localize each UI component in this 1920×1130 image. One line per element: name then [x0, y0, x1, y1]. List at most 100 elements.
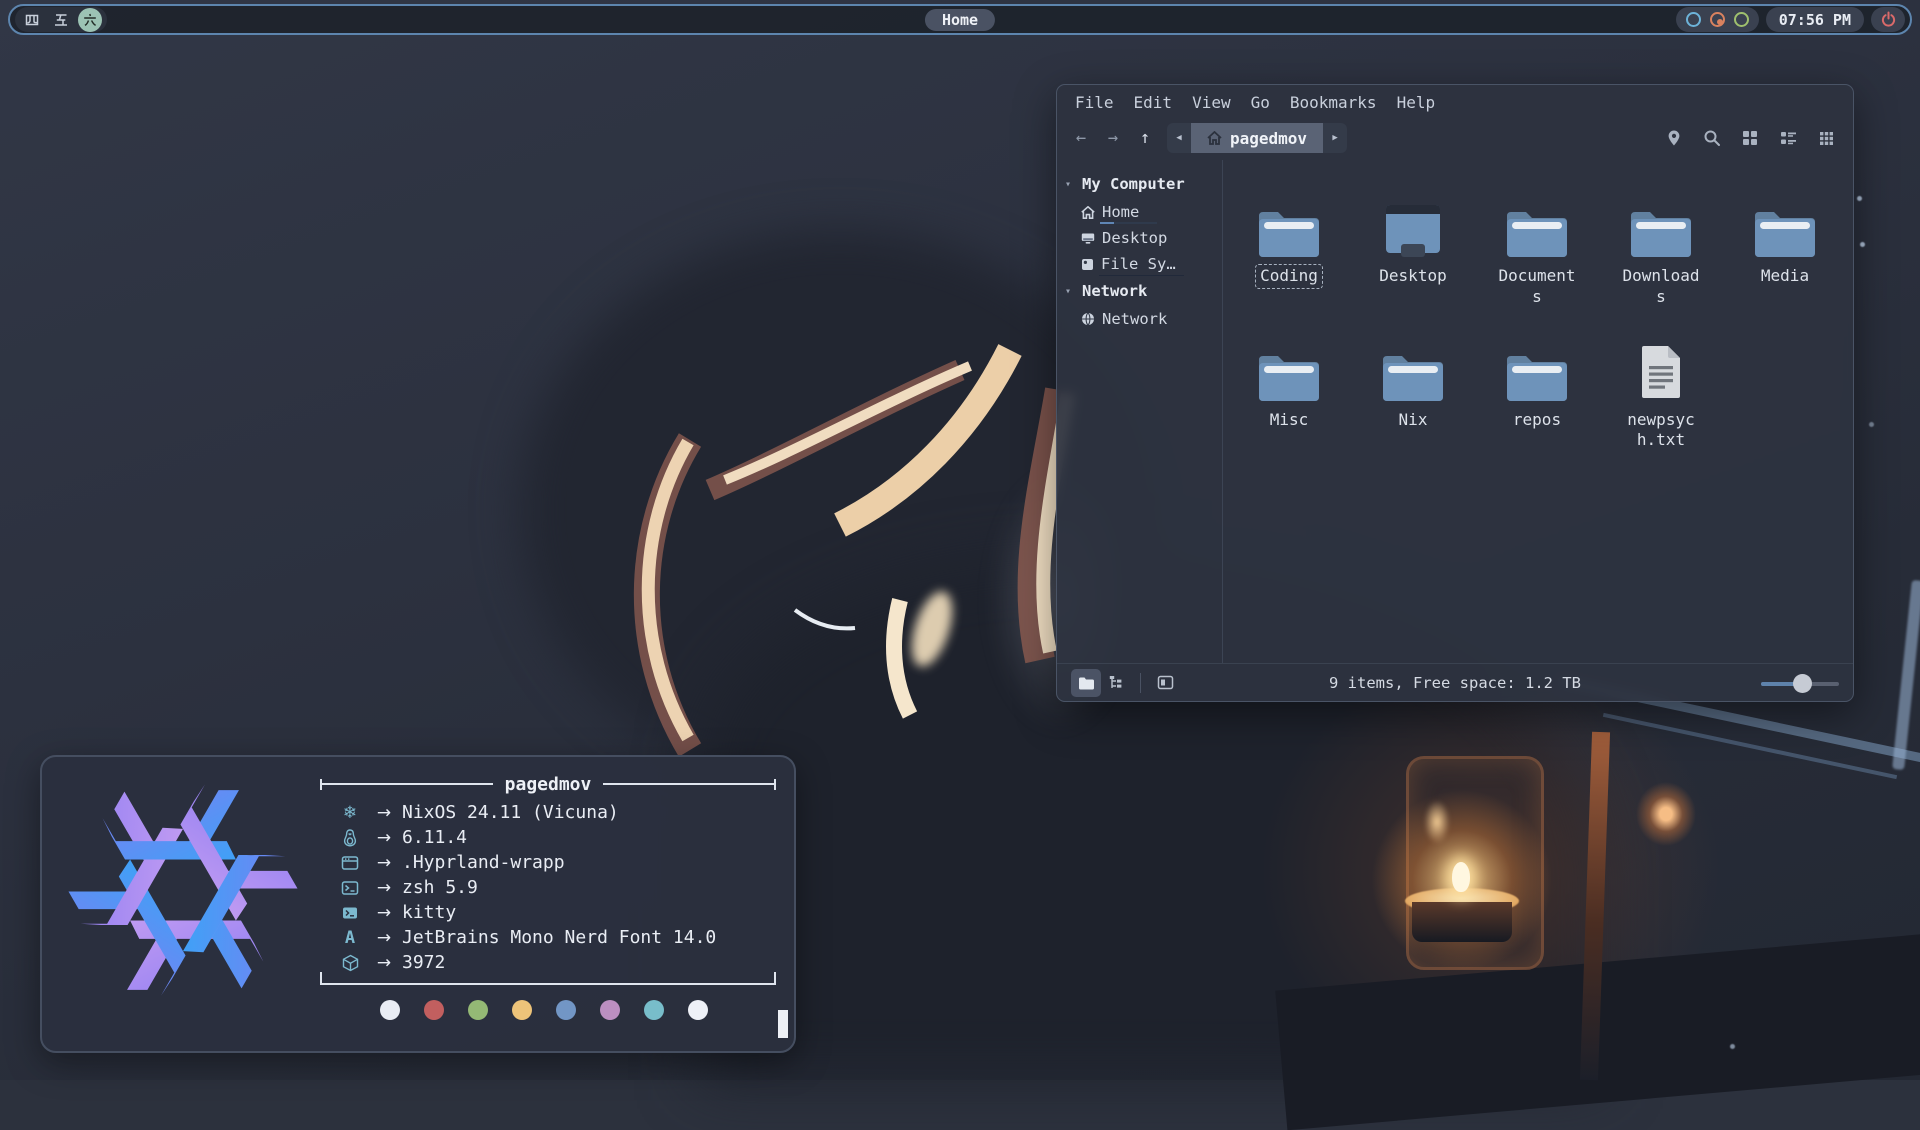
home-icon [1081, 206, 1095, 219]
path-scroll-left-button[interactable]: ◀ [1167, 123, 1191, 153]
wallpaper-sparkle [1730, 1044, 1735, 1049]
fetch-row-os: ❄ → NixOS 24.11 (Vicuna) [334, 800, 776, 825]
arrow-icon: → [366, 903, 402, 923]
file-item-repos[interactable]: repos [1475, 326, 1599, 454]
sidebar-section-my-computer[interactable]: ▾ My Computer [1065, 175, 1222, 193]
clock[interactable]: 07:56 PM [1766, 7, 1864, 32]
palette-dot [644, 1000, 664, 1020]
wallpaper-sparkle [1860, 242, 1865, 247]
compact-view-button[interactable] [1811, 124, 1841, 152]
bar-right-modules: 07:56 PM [1676, 7, 1905, 32]
path-segment-home[interactable]: pagedmov [1191, 123, 1323, 153]
file-item-media[interactable]: Media [1723, 182, 1847, 310]
wallpaper-sparkle [1869, 422, 1874, 427]
up-button[interactable]: ↑ [1129, 124, 1161, 152]
chevron-down-icon[interactable]: ▾ [1065, 286, 1075, 297]
network-globe-icon [1081, 312, 1095, 326]
fetch-rows: ❄ → NixOS 24.11 (Vicuna) → 6.11.4 [320, 791, 776, 983]
workspace-5[interactable] [49, 8, 73, 32]
sidebar-item-label: Network [1102, 310, 1167, 328]
file-item-coding[interactable]: Coding [1227, 182, 1351, 310]
path-scroll-right-button[interactable]: ▶ [1323, 123, 1347, 153]
sidebar-item-file-system[interactable]: File Sy… [1065, 251, 1222, 277]
slider-knob[interactable] [1793, 674, 1812, 693]
tree-view-icon [1108, 675, 1124, 691]
sidebar-item-desktop[interactable]: Desktop [1065, 225, 1222, 251]
file-label: Documents [1489, 264, 1585, 310]
file-item-newpsych-txt[interactable]: newpsych.txt [1599, 326, 1723, 454]
file-label: Desktop [1374, 264, 1451, 289]
tux-icon [334, 829, 366, 847]
side-pane-icon [1157, 675, 1174, 690]
search-button[interactable] [1697, 124, 1727, 152]
fetch-row-wm: → .Hyprland-wrapp [334, 850, 776, 875]
forward-button[interactable]: → [1097, 124, 1129, 152]
power-button[interactable] [1871, 7, 1905, 32]
terminal-color-palette [380, 1000, 708, 1020]
cjk-four-icon [24, 12, 40, 28]
box-corner [320, 972, 322, 983]
menu-go[interactable]: Go [1241, 91, 1280, 114]
file-label: repos [1508, 408, 1566, 433]
fetch-username: pagedmov [493, 774, 604, 795]
folder-icon [1258, 326, 1320, 402]
menu-file[interactable]: File [1065, 91, 1124, 114]
file-label: Nix [1394, 408, 1433, 433]
file-label: newpsych.txt [1613, 408, 1709, 454]
wallpaper-edge-light [1892, 580, 1920, 770]
fetch-row-font: A → JetBrains Mono Nerd Font 14.0 [334, 925, 776, 950]
location-button[interactable] [1659, 124, 1689, 152]
workspaces [15, 7, 107, 32]
show-places-button[interactable] [1071, 669, 1101, 697]
toggle-side-pane-button[interactable] [1150, 669, 1180, 697]
tray-icon-green[interactable] [1734, 12, 1749, 27]
box-bottom-border [320, 983, 776, 985]
icon-view-button[interactable] [1735, 124, 1765, 152]
chevron-down-icon[interactable]: ▾ [1065, 179, 1075, 190]
sidebar-item-home[interactable]: Home [1065, 199, 1222, 225]
active-window-title[interactable]: Home [925, 9, 995, 31]
tray-icon-blue[interactable] [1686, 12, 1701, 27]
folder-icon [1382, 326, 1444, 402]
file-item-desktop[interactable]: Desktop [1351, 182, 1475, 310]
terminal-icon [334, 906, 366, 920]
fetch-row-kernel: → 6.11.4 [334, 825, 776, 850]
file-item-documents[interactable]: Documents [1475, 182, 1599, 310]
compact-view-icon [1819, 131, 1834, 146]
sidebar-item-network[interactable]: Network [1065, 306, 1222, 332]
arrow-icon: → [366, 928, 402, 948]
font-icon: A [334, 928, 366, 948]
tray-icon-orange[interactable] [1710, 12, 1725, 27]
toolbar: ← → ↑ ◀ pagedmov ▶ [1057, 116, 1853, 160]
file-item-downloads[interactable]: Downloads [1599, 182, 1723, 310]
file-label: Coding [1255, 264, 1323, 289]
list-view-button[interactable] [1773, 124, 1803, 152]
palette-dot [600, 1000, 620, 1020]
desktop-folder-icon [1385, 182, 1441, 258]
fetch-row-shell: → zsh 5.9 [334, 875, 776, 900]
menu-edit[interactable]: Edit [1124, 91, 1183, 114]
box-corner [774, 972, 776, 983]
workspace-4[interactable] [20, 8, 44, 32]
sidebar-section-network[interactable]: ▾ Network [1065, 282, 1222, 300]
menu-bar: File Edit View Go Bookmarks Help [1057, 85, 1853, 116]
menu-help[interactable]: Help [1387, 91, 1446, 114]
box-top-border: pagedmov [320, 777, 776, 791]
show-tree-button[interactable] [1101, 669, 1131, 697]
menu-bookmarks[interactable]: Bookmarks [1280, 91, 1387, 114]
file-item-misc[interactable]: Misc [1227, 326, 1351, 454]
back-button[interactable]: ← [1065, 124, 1097, 152]
palette-dot [556, 1000, 576, 1020]
arrow-icon: → [366, 853, 402, 873]
workspace-6-active[interactable] [78, 8, 102, 32]
sidebar-item-label: File Sy… [1101, 255, 1176, 273]
zoom-slider[interactable] [1761, 673, 1839, 693]
file-manager-window: File Edit View Go Bookmarks Help ← → ↑ ◀… [1056, 84, 1854, 702]
file-item-nix[interactable]: Nix [1351, 326, 1475, 454]
path-bar: ◀ pagedmov ▶ [1167, 123, 1347, 153]
menu-view[interactable]: View [1182, 91, 1241, 114]
fetch-value: zsh 5.9 [402, 877, 478, 898]
palette-dot [468, 1000, 488, 1020]
file-label: Downloads [1613, 264, 1709, 310]
arrow-icon: → [366, 828, 402, 848]
